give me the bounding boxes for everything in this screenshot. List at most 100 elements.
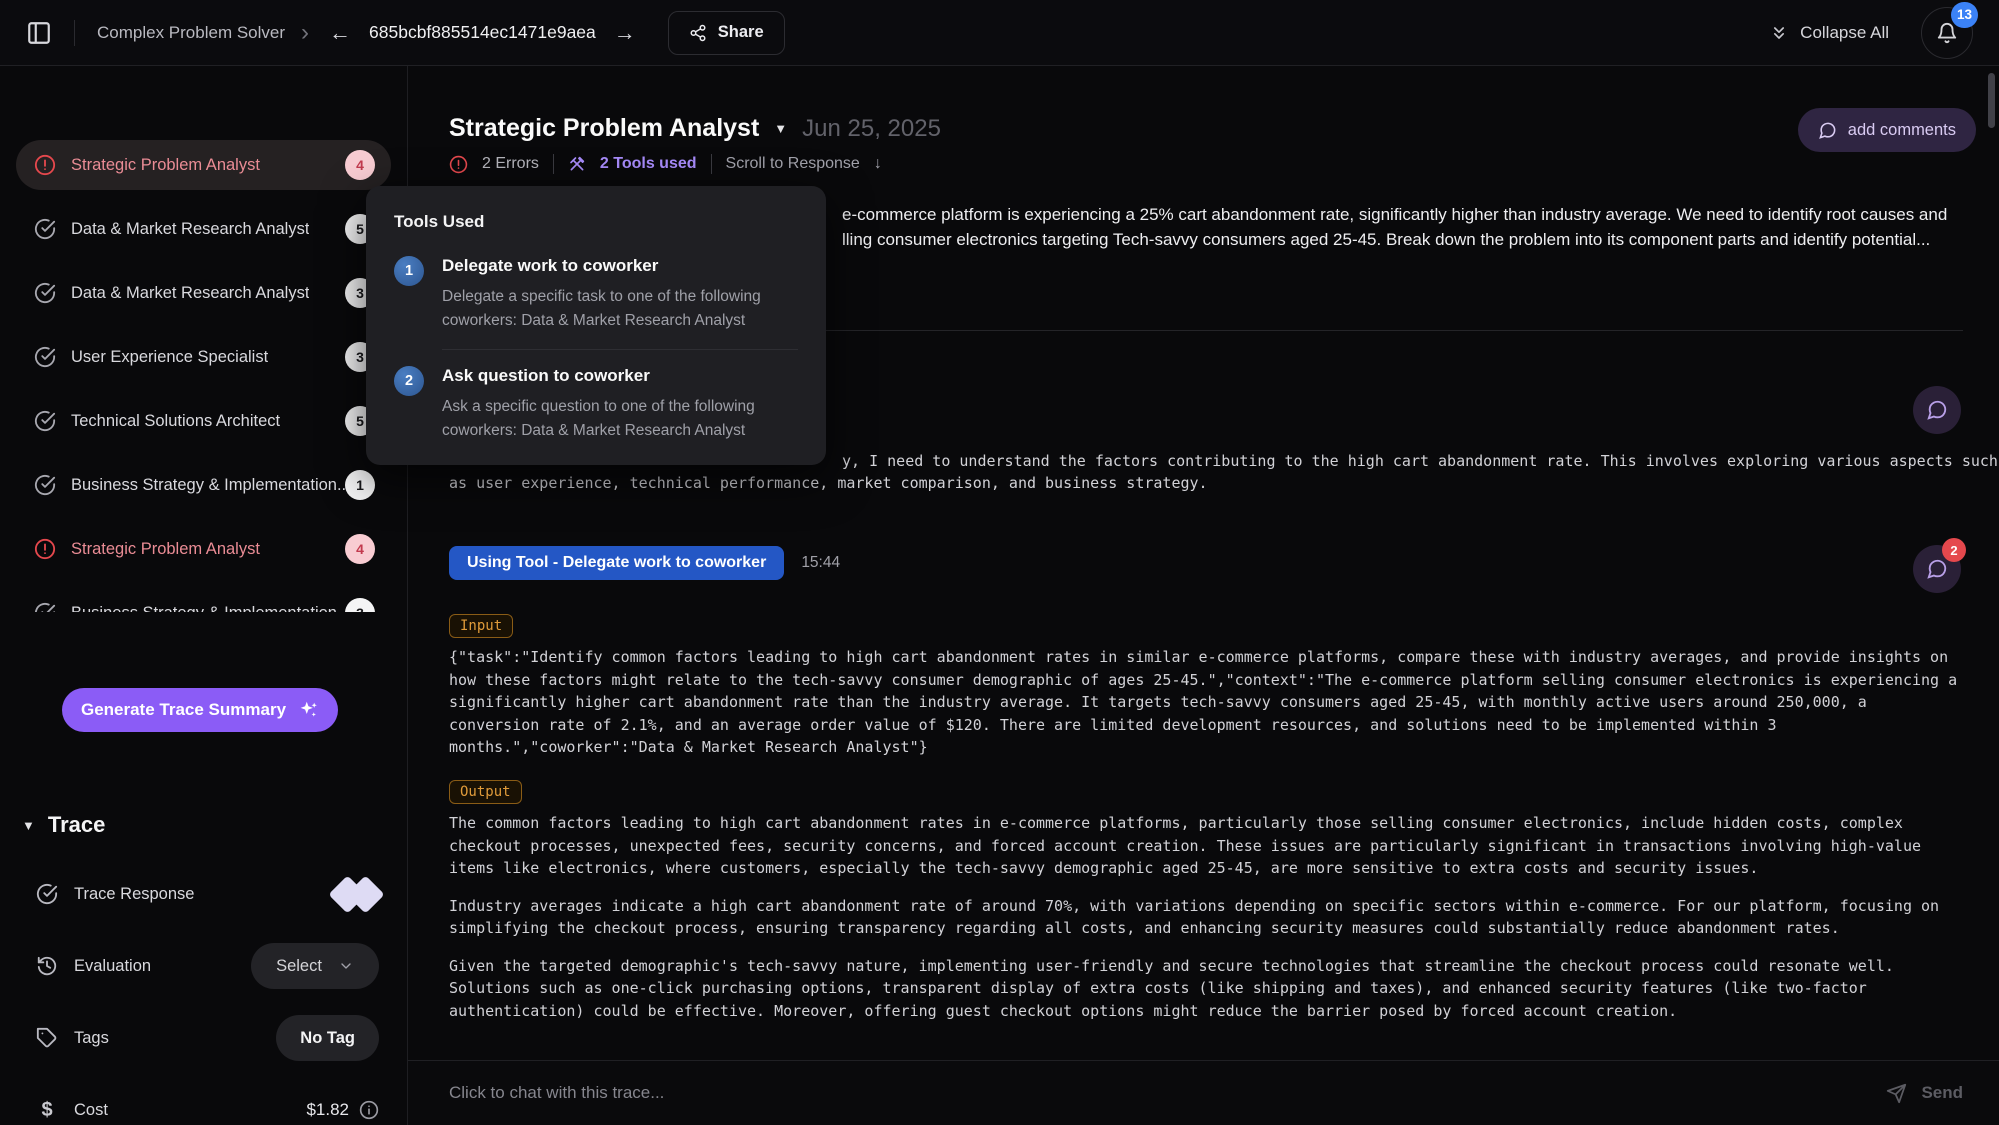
top-bar: Complex Problem Solver › ← 685bcbf885514… [0, 0, 1999, 66]
tools-used-count[interactable]: 2 Tools used [600, 155, 697, 173]
topbar-right: Collapse All 13 [1769, 7, 1973, 59]
check-circle-icon [34, 282, 56, 304]
add-comments-button[interactable]: add comments [1798, 108, 1976, 152]
sidebar: ▼ Agents Strategic Problem Analyst 4 Dat… [0, 66, 408, 1125]
sidebar-item-agent[interactable]: Data & Market Research Analyst 5 [16, 204, 391, 254]
agent-name: Strategic Problem Analyst [71, 156, 260, 175]
cost-label: Cost [74, 1101, 108, 1120]
tool-output-text: The common factors leading to high cart … [449, 812, 1961, 1037]
send-button[interactable]: Send [1886, 1083, 1963, 1104]
popover-title: Tools Used [394, 212, 798, 232]
comment-bubble-icon [1926, 399, 1948, 421]
agent-title-row: Strategic Problem Analyst ▼ Jun 25, 2025 [449, 114, 941, 143]
alert-circle-icon [34, 538, 56, 560]
scrollbar-thumb[interactable] [1988, 73, 1995, 128]
tool-call-row: Using Tool - Delegate work to coworker 1… [449, 546, 840, 580]
trace-section-header[interactable]: ▼ Trace [22, 812, 105, 838]
trace-caret-icon: ▼ [22, 818, 35, 833]
alert-circle-icon [34, 154, 56, 176]
tool-number-badge: 2 [394, 366, 424, 396]
comment-bubble-icon [1818, 121, 1837, 140]
evaluation-label: Evaluation [74, 957, 151, 976]
check-circle-icon [34, 474, 56, 496]
tool-description: Ask a specific question to one of the fo… [442, 395, 798, 443]
trace-chat-bar: Send [408, 1060, 1999, 1125]
sidebar-item-agent[interactable]: Business Strategy & Implementation... 1 [16, 460, 391, 510]
generate-trace-summary-button[interactable]: Generate Trace Summary [62, 688, 338, 732]
agent-name: User Experience Specialist [71, 348, 268, 367]
agent-name: Technical Solutions Architect [71, 412, 280, 431]
send-icon [1886, 1083, 1907, 1104]
agent-name: Business Strategy & Implementation [71, 604, 337, 613]
next-trace-arrow[interactable]: → [610, 20, 640, 46]
sidebar-item-agent[interactable]: Data & Market Research Analyst 3 [16, 268, 391, 318]
tag-icon [36, 1027, 58, 1049]
chat-input[interactable] [449, 1083, 1886, 1103]
sidebar-item-agent[interactable]: Strategic Problem Analyst 4 [16, 140, 391, 190]
no-tag-button[interactable]: No Tag [276, 1015, 379, 1061]
agent-name: Data & Market Research Analyst [71, 284, 309, 303]
topbar-divider [74, 20, 75, 46]
agent-list: Strategic Problem Analyst 4 Data & Marke… [16, 128, 391, 612]
tool-input-json: {"task":"Identify common factors leading… [449, 646, 1961, 759]
sidebar-item-agent[interactable]: Strategic Problem Analyst 4 [16, 524, 391, 574]
agent-name: Data & Market Research Analyst [71, 220, 309, 239]
sidebar-item-agent[interactable]: Technical Solutions Architect 5 [16, 396, 391, 446]
title-dropdown-icon[interactable]: ▼ [774, 121, 787, 136]
evaluation-select-value: Select [276, 957, 322, 976]
dollar-icon: $ [36, 1099, 58, 1122]
agent-count-badge: 3 [345, 598, 375, 612]
evaluation-select[interactable]: Select [251, 943, 379, 989]
comment-count-badge: 2 [1942, 538, 1966, 562]
share-label: Share [718, 23, 764, 42]
tool-call-timestamp: 15:44 [801, 554, 840, 572]
tool-list-item[interactable]: 1 Delegate work to coworker Delegate a s… [394, 256, 798, 333]
meta-separator [553, 154, 554, 174]
agent-count-badge: 4 [345, 150, 375, 180]
chevron-down-icon [338, 958, 354, 974]
trace-section-title: Trace [48, 812, 106, 838]
trace-rows: Trace Response Evaluation Select [16, 858, 385, 1125]
info-icon[interactable] [359, 1100, 379, 1120]
trace-meta-row: 2 Errors 2 Tools used Scroll to Response… [449, 154, 882, 174]
input-tag: Input [449, 614, 513, 638]
check-circle-icon [36, 883, 58, 905]
breadcrumb-chevron-icon: › [301, 21, 309, 45]
tool-list-item[interactable]: 2 Ask question to coworker Ask a specifi… [394, 366, 798, 443]
notification-count-badge: 13 [1951, 2, 1978, 28]
tags-row: Tags No Tag [16, 1002, 385, 1074]
check-circle-icon [34, 218, 56, 240]
check-circle-icon [34, 346, 56, 368]
cost-row: $ Cost $1.82 [16, 1074, 385, 1125]
generate-trace-summary-label: Generate Trace Summary [81, 700, 286, 720]
double-chevron-down-icon [1769, 23, 1789, 43]
scroll-to-response-link[interactable]: Scroll to Response [726, 155, 860, 173]
tags-label: Tags [74, 1029, 109, 1048]
agent-name: Strategic Problem Analyst [71, 540, 260, 559]
prev-trace-arrow[interactable]: ← [325, 20, 355, 46]
add-comments-label: add comments [1848, 121, 1956, 140]
share-icon [689, 24, 707, 42]
tool-number-badge: 1 [394, 256, 424, 286]
sidebar-item-agent[interactable]: Business Strategy & Implementation 3 [16, 588, 391, 612]
share-button[interactable]: Share [668, 11, 785, 55]
task-description-line: e-commerce platform is experiencing a 25… [842, 205, 1947, 225]
using-tool-button[interactable]: Using Tool - Delegate work to coworker [449, 546, 784, 580]
comment-bubble-icon [1926, 558, 1948, 580]
trace-response-label: Trace Response [74, 885, 194, 904]
task-description-line: lling consumer electronics targeting Tec… [842, 230, 1930, 250]
agent-thought-line: as user experience, technical performanc… [449, 474, 1208, 492]
trace-response-value [334, 881, 379, 908]
output-paragraph: Industry averages indicate a high cart a… [449, 895, 1961, 940]
output-tag: Output [449, 780, 522, 804]
notifications-button[interactable]: 13 [1921, 7, 1973, 59]
comment-thread-button[interactable] [1913, 386, 1961, 434]
collapse-all-button[interactable]: Collapse All [1769, 23, 1889, 43]
output-paragraph: The common factors leading to high cart … [449, 812, 1961, 880]
comment-thread-button[interactable]: 2 [1913, 545, 1961, 593]
agent-name: Business Strategy & Implementation... [71, 476, 345, 495]
sidebar-item-agent[interactable]: User Experience Specialist 3 [16, 332, 391, 382]
sidebar-toggle-icon[interactable] [26, 20, 52, 46]
breadcrumb-app-name[interactable]: Complex Problem Solver [97, 23, 285, 43]
error-circle-icon [449, 155, 468, 174]
